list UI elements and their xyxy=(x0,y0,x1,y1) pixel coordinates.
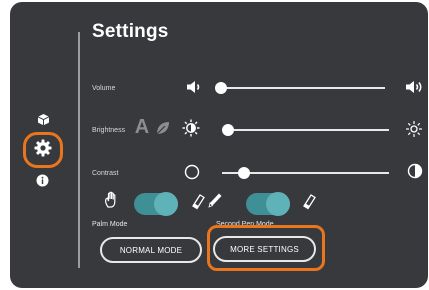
speaker-low-icon[interactable] xyxy=(185,79,203,95)
circle-empty-icon[interactable] xyxy=(184,164,200,180)
page-title: Settings xyxy=(92,21,169,42)
more-settings-button[interactable]: MORE SETTINGS xyxy=(213,236,316,262)
sun-high-icon[interactable] xyxy=(405,120,423,138)
brightness-slider-thumb[interactable] xyxy=(222,124,234,136)
palm-icon xyxy=(103,191,121,209)
sun-low-icon[interactable] xyxy=(182,119,200,137)
gear-icon xyxy=(34,139,52,162)
volume-slider-track[interactable] xyxy=(220,87,385,89)
normal-mode-button[interactable]: NORMAL MODE xyxy=(100,237,202,263)
info-icon[interactable] xyxy=(35,173,49,187)
brightness-label: Brightness xyxy=(92,127,126,134)
palm-mode-label: Palm Mode xyxy=(92,221,128,228)
pen-icon xyxy=(206,191,224,209)
palm-mode-toggle-knob xyxy=(154,192,178,216)
rail-divider xyxy=(78,32,80,268)
eraser-icon xyxy=(189,192,207,210)
second-pen-mode-toggle[interactable] xyxy=(246,192,290,216)
volume-label: Volume xyxy=(92,85,116,92)
settings-panel: Settings Volume Brightness A Contrast Pa… xyxy=(10,2,428,288)
contrast-slider-thumb[interactable] xyxy=(238,167,250,179)
auto-brightness-icon[interactable]: A xyxy=(134,116,150,138)
eraser-icon xyxy=(300,192,318,210)
palm-mode-toggle[interactable] xyxy=(134,192,178,216)
leaf-icon[interactable] xyxy=(154,119,172,137)
cube-icon[interactable] xyxy=(36,112,50,126)
second-pen-mode-toggle-knob xyxy=(266,192,290,216)
speaker-high-icon[interactable] xyxy=(405,79,425,95)
volume-slider-thumb[interactable] xyxy=(215,82,227,94)
contrast-label: Contrast xyxy=(92,170,119,177)
half-circle-icon[interactable] xyxy=(407,163,423,179)
settings-nav-button[interactable] xyxy=(23,132,63,168)
brightness-slider-track[interactable] xyxy=(226,129,389,131)
